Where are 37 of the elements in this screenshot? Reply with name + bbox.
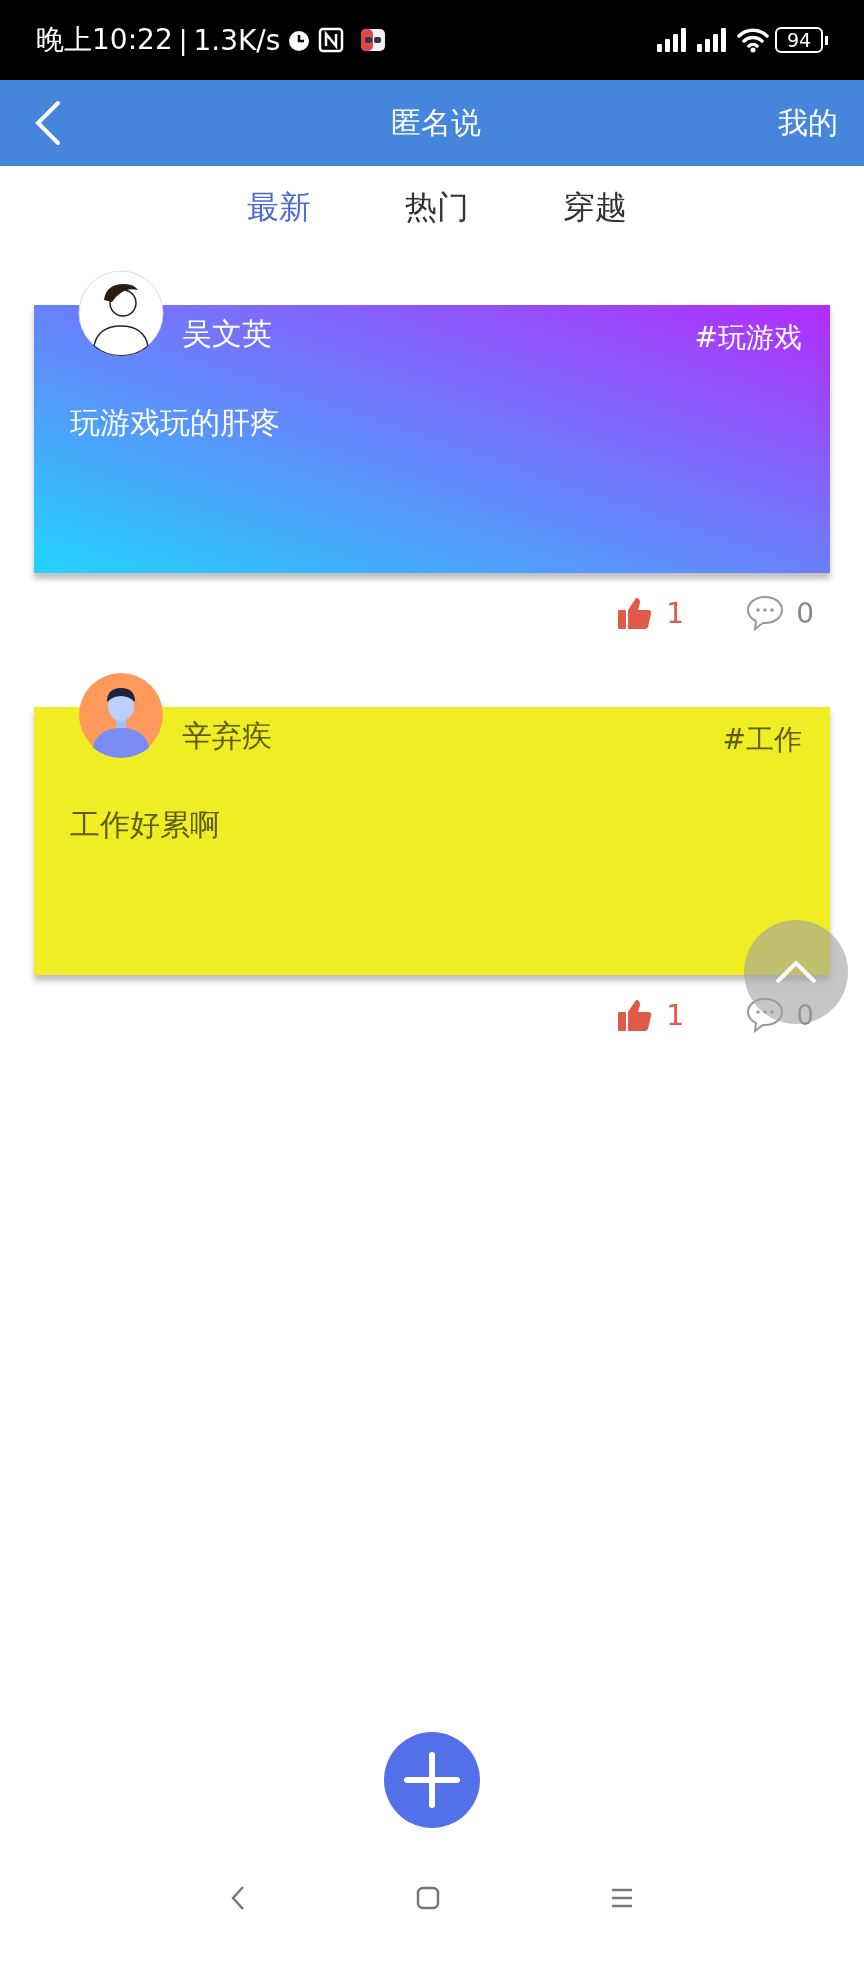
post-text: 玩游戏玩的肝疼 xyxy=(70,404,280,442)
comment-icon[interactable] xyxy=(746,997,785,1033)
status-divider: | xyxy=(178,25,188,55)
feed-tab[interactable]: 穿越 xyxy=(563,182,627,234)
topic-tag[interactable]: #玩游戏 xyxy=(694,319,802,357)
battery-tip xyxy=(825,35,828,45)
like-count: 1 xyxy=(666,998,685,1032)
back-icon[interactable] xyxy=(230,1885,246,1911)
menu-icon[interactable] xyxy=(610,1887,634,1909)
home-icon[interactable] xyxy=(416,1886,440,1910)
comment-count: 0 xyxy=(796,998,814,1032)
author-name: 吴文英 xyxy=(182,314,272,353)
post-text: 工作好累啊 xyxy=(70,806,220,844)
like-count: 1 xyxy=(666,596,685,630)
post-card[interactable]: 吴文英 #玩游戏 玩游戏玩的肝疼 xyxy=(34,305,830,573)
comment-count: 0 xyxy=(796,596,814,630)
avatar-icon xyxy=(78,270,164,356)
feed-tab[interactable]: 热门 xyxy=(405,182,469,234)
comment-icon[interactable] xyxy=(746,595,785,631)
plus-icon xyxy=(403,1751,461,1809)
status-time: 晚上10:22 xyxy=(36,22,173,58)
network-speed: 1.3K/s xyxy=(193,23,281,57)
page-title: 匿名说 xyxy=(390,103,482,142)
thumbs-up-icon[interactable] xyxy=(618,999,653,1031)
avatar-icon xyxy=(78,672,164,758)
nfc-icon xyxy=(318,27,345,53)
thumbs-up-icon[interactable] xyxy=(618,597,653,629)
mine-link[interactable]: 我的 xyxy=(778,102,838,144)
back-icon[interactable] xyxy=(34,100,62,146)
app-notification-icon xyxy=(360,28,387,52)
feed-tab[interactable]: 最新 xyxy=(247,182,311,234)
wifi-icon xyxy=(737,27,769,53)
topic-tag[interactable]: #工作 xyxy=(722,721,802,759)
author-name: 辛弃疾 xyxy=(182,716,272,755)
post-card[interactable]: 辛弃疾 #工作 工作好累啊 xyxy=(34,707,830,975)
battery-level: 94 xyxy=(775,27,823,53)
chevron-up-icon xyxy=(774,959,818,985)
